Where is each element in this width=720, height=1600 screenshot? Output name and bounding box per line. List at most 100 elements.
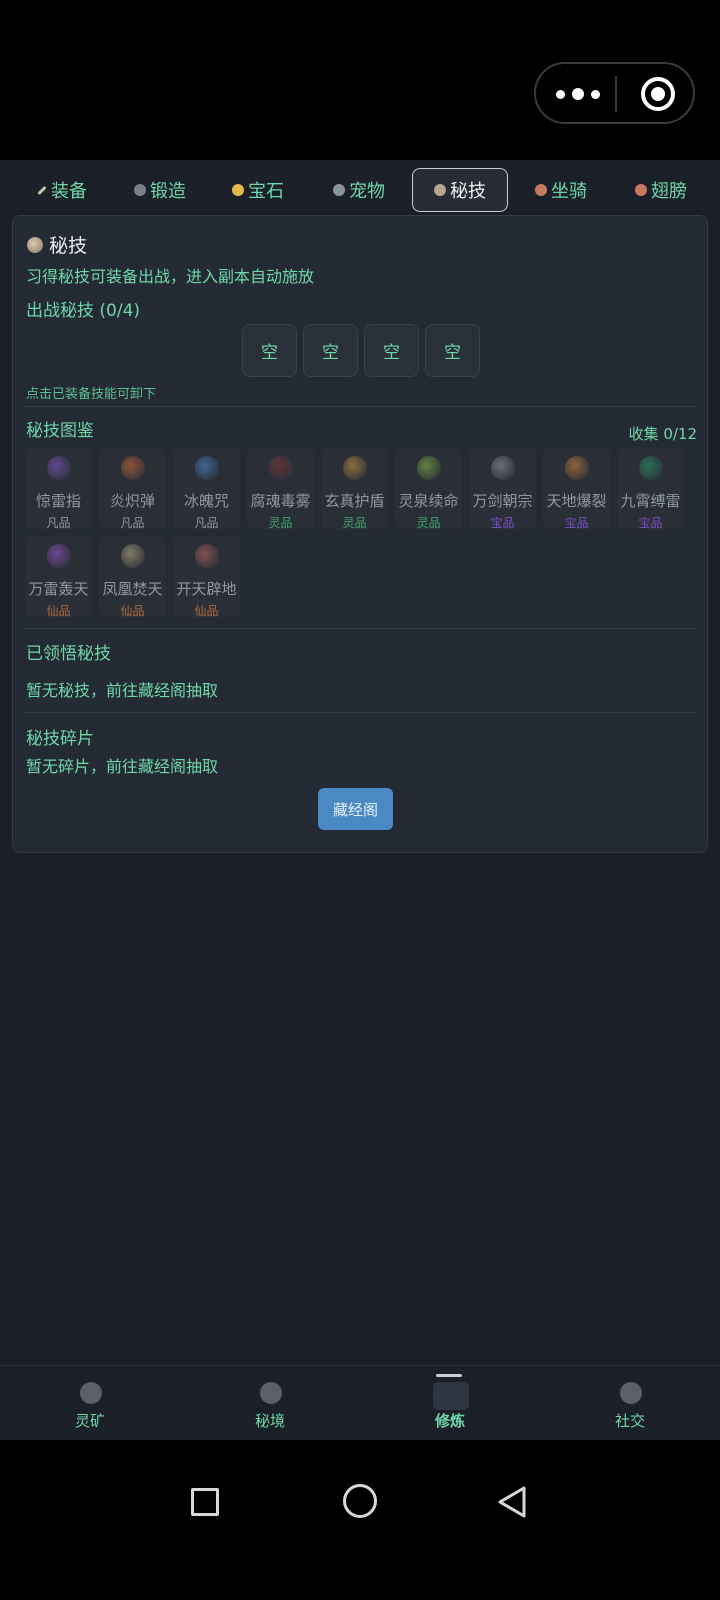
- skill-name: 炎炽弹: [109, 492, 155, 510]
- skill-name: 惊雷指: [35, 492, 81, 510]
- learned-skills-title: 已领悟秘技: [26, 644, 111, 664]
- skill-grade: 灵品: [342, 516, 367, 529]
- nav-item-social[interactable]: 社交: [540, 1366, 720, 1441]
- skill-name: 万剑朝宗: [472, 492, 533, 510]
- codex-card[interactable]: 炎炽弹 凡品: [99, 448, 166, 529]
- nav-label: 社交: [614, 1412, 645, 1430]
- codex-card[interactable]: 开天辟地 仙品: [173, 536, 240, 617]
- tab-gem[interactable]: 宝石: [218, 168, 298, 212]
- skill-grade: 灵品: [416, 516, 441, 529]
- skill-icon: [47, 544, 71, 568]
- skill-icon: [195, 544, 219, 568]
- tab-pet[interactable]: 宠物: [316, 168, 402, 212]
- tab-wings[interactable]: 翅膀: [616, 168, 706, 212]
- codex-title: 秘技图鉴: [26, 421, 94, 441]
- category-tabs: 装备 锻造 宝石 宠物 秘技 坐骑 翅膀: [0, 160, 720, 216]
- nav-item-cultivate[interactable]: 修炼: [360, 1366, 540, 1441]
- mine-icon: [80, 1382, 102, 1404]
- nav-label: 秘境: [254, 1412, 285, 1430]
- codex-card[interactable]: 灵泉续命 灵品: [395, 448, 462, 529]
- unequip-hint: 点击已装备技能可卸下: [26, 387, 157, 402]
- skill-grade: 宝品: [490, 516, 515, 529]
- scripture-pavilion-button[interactable]: 藏经阁: [318, 788, 393, 830]
- codex-card[interactable]: 惊雷指 凡品: [25, 448, 92, 529]
- mount-icon: [535, 184, 547, 196]
- realm-icon: [260, 1382, 282, 1404]
- scroll-orb-icon: [434, 184, 446, 196]
- battle-slot[interactable]: 空: [242, 324, 297, 377]
- tab-equipment[interactable]: 装备: [22, 168, 102, 212]
- battle-skills-title: 出战秘技 (0/4): [26, 301, 141, 321]
- tab-label: 翅膀: [651, 181, 687, 202]
- codex-card[interactable]: 凤凰焚天 仙品: [99, 536, 166, 617]
- battle-slot[interactable]: 空: [303, 324, 358, 377]
- learned-empty-text: 暂无秘技，前往藏经阁抽取: [26, 681, 219, 700]
- skill-icon: [121, 456, 145, 480]
- nav-item-mine[interactable]: 灵矿: [0, 1366, 180, 1441]
- skill-grade: 凡品: [120, 516, 145, 529]
- codex-card[interactable]: 九霄缚雷 宝品: [617, 448, 684, 529]
- gem-icon: [232, 184, 244, 196]
- panel-description: 习得秘技可装备出战，进入副本自动施放: [26, 267, 315, 286]
- nav-label: 修炼: [434, 1412, 465, 1430]
- skill-grade: 灵品: [268, 516, 293, 529]
- close-target-icon[interactable]: [641, 77, 675, 111]
- divider: [25, 406, 697, 407]
- panel-title-text: 秘技: [49, 235, 88, 257]
- tab-mount[interactable]: 坐骑: [518, 168, 604, 212]
- skill-name: 九霄缚雷: [620, 492, 681, 510]
- codex-card[interactable]: 冰魄咒 凡品: [173, 448, 240, 529]
- tab-label: 装备: [51, 181, 87, 202]
- more-icon[interactable]: [556, 82, 600, 106]
- fragments-title: 秘技碎片: [26, 729, 94, 749]
- codex-card[interactable]: 天地爆裂 宝品: [543, 448, 610, 529]
- anvil-icon: [134, 184, 146, 196]
- home-circle-icon[interactable]: [343, 1484, 377, 1518]
- battle-slot[interactable]: 空: [425, 324, 480, 377]
- bottom-nav: 灵矿 秘境 修炼 社交: [0, 1365, 720, 1440]
- skill-icon: [47, 456, 71, 480]
- codex-card[interactable]: 玄真护盾 灵品: [321, 448, 388, 529]
- skill-name: 腐魂毒雾: [250, 492, 311, 510]
- codex-card[interactable]: 腐魂毒雾 灵品: [247, 448, 314, 529]
- skill-grade: 宝品: [638, 516, 663, 529]
- capsule-divider: [615, 76, 617, 112]
- battle-slot[interactable]: 空: [364, 324, 419, 377]
- skill-icon: [343, 456, 367, 480]
- skill-name: 万雷轰天: [28, 580, 89, 598]
- back-triangle-icon[interactable]: [496, 1485, 528, 1519]
- secret-skill-panel: 秘技 习得秘技可装备出战，进入副本自动施放 出战秘技 (0/4) 空 空 空 空…: [12, 215, 708, 853]
- skill-grade: 宝品: [564, 516, 589, 529]
- top-status-area: [0, 0, 720, 160]
- skill-name: 开天辟地: [176, 580, 237, 598]
- skill-name: 凤凰焚天: [102, 580, 163, 598]
- skill-name: 灵泉续命: [398, 492, 459, 510]
- social-icon: [620, 1382, 642, 1404]
- tab-secret-skill[interactable]: 秘技: [412, 168, 508, 212]
- nav-item-realm[interactable]: 秘境: [180, 1366, 360, 1441]
- codex-card[interactable]: 万雷轰天 仙品: [25, 536, 92, 617]
- meditate-icon: [433, 1382, 469, 1410]
- skill-icon: [121, 544, 145, 568]
- battle-slots: 空 空 空 空: [242, 324, 480, 377]
- skill-icon: [195, 456, 219, 480]
- tab-forge[interactable]: 锻造: [120, 168, 200, 212]
- skill-name: 冰魄咒: [183, 492, 229, 510]
- divider: [25, 628, 697, 629]
- divider: [25, 712, 697, 713]
- collect-count: 收集 0/12: [628, 425, 697, 443]
- tab-label: 秘技: [450, 181, 486, 202]
- nav-label: 灵矿: [74, 1412, 105, 1430]
- app-main: 装备 锻造 宝石 宠物 秘技 坐骑 翅膀 秘技 习得秘技可装备出战，进入副本自动…: [0, 160, 720, 1440]
- recent-apps-square-icon[interactable]: [191, 1488, 219, 1516]
- secret-skill-icon: [27, 236, 43, 253]
- sword-icon: [37, 185, 47, 195]
- mini-program-capsule: [534, 62, 695, 124]
- skill-grade: 凡品: [46, 516, 71, 529]
- system-nav-bar: [0, 1440, 720, 1600]
- skill-icon: [269, 456, 293, 480]
- skill-icon: [417, 456, 441, 480]
- codex-card[interactable]: 万剑朝宗 宝品: [469, 448, 536, 529]
- skill-grade: 仙品: [194, 604, 219, 617]
- skill-icon: [639, 456, 663, 480]
